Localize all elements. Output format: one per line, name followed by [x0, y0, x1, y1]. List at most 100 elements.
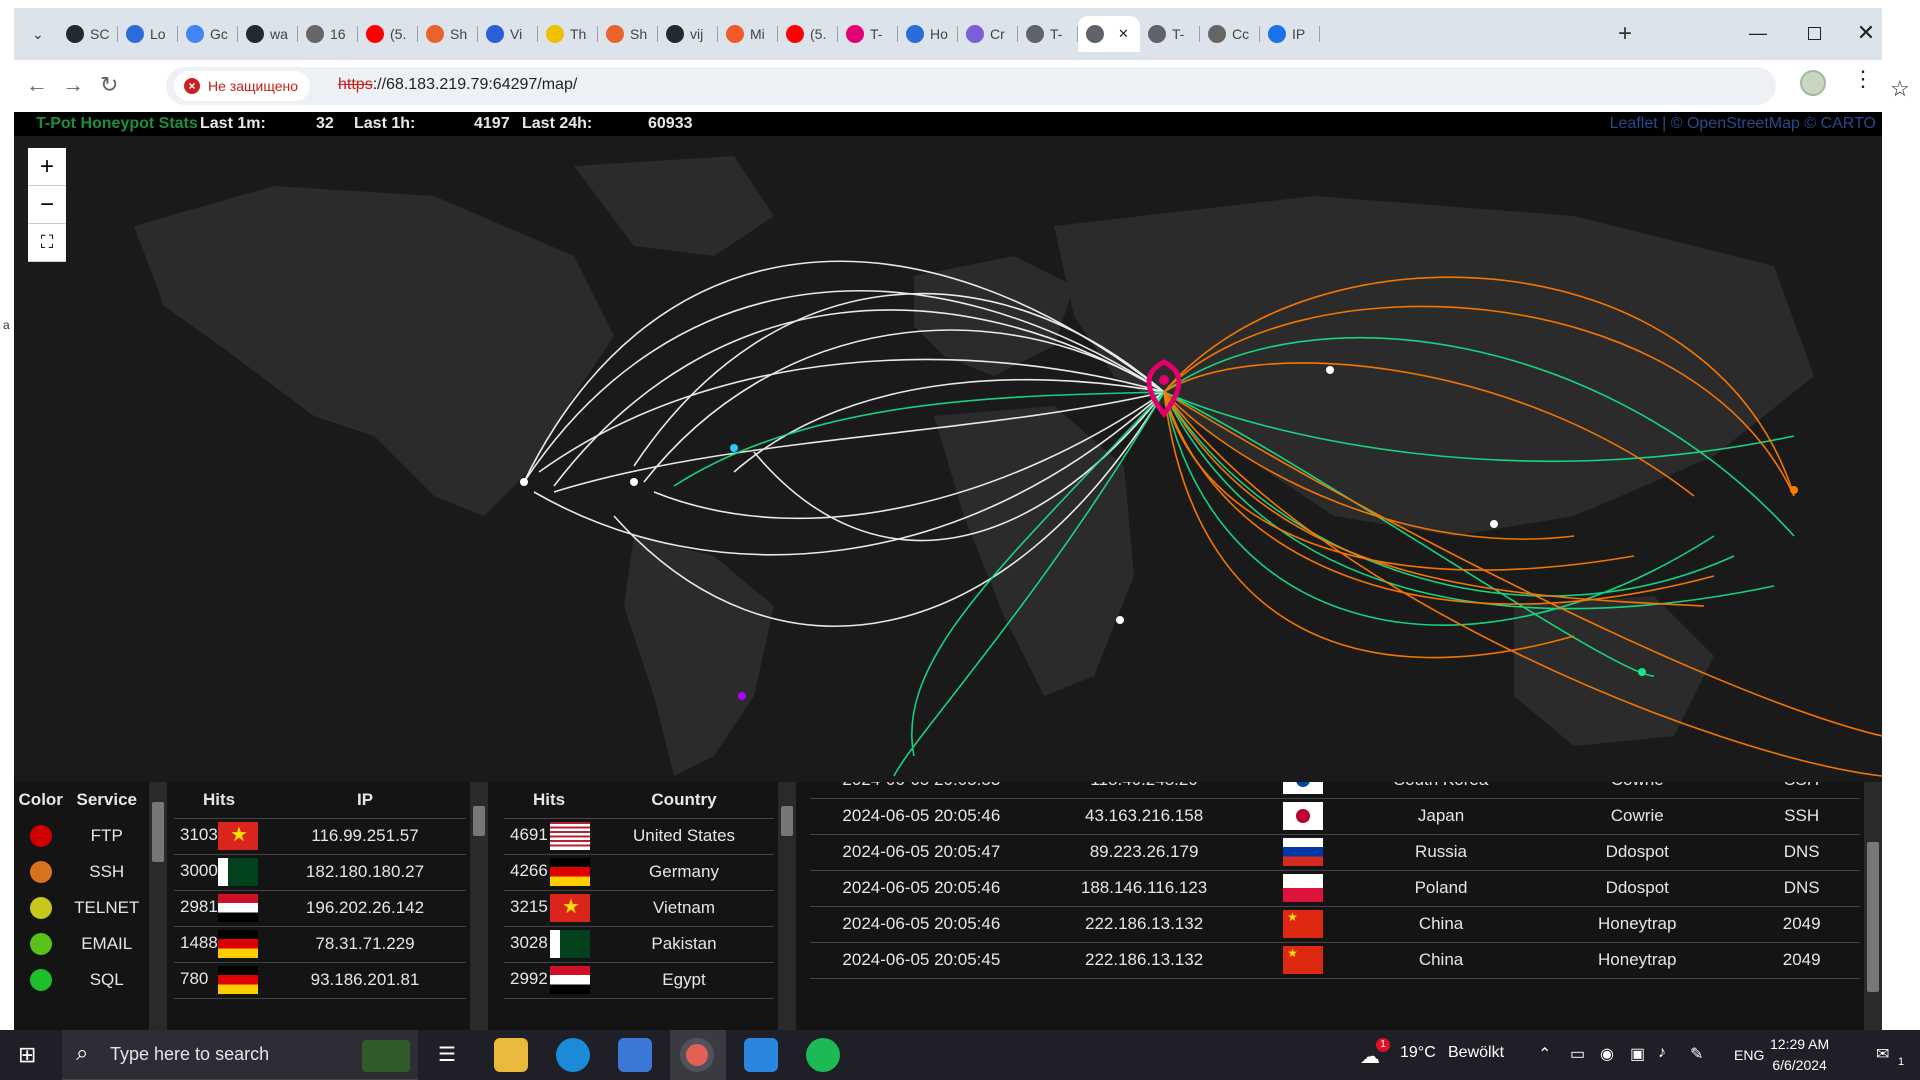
attack-map[interactable]: + − ⛶: [14, 136, 1882, 782]
browser-tab[interactable]: T-: [1018, 16, 1078, 52]
address-bar[interactable]: × Не защищено https://68.183.219.79:6429…: [166, 67, 1910, 105]
close-window-button[interactable]: ✕: [1846, 18, 1886, 48]
battery-icon[interactable]: ▭: [1570, 1044, 1585, 1064]
microsoft-store-icon[interactable]: [618, 1038, 652, 1072]
bookmark-star-icon[interactable]: ☆: [1890, 76, 1910, 102]
browser-tab[interactable]: vij: [658, 16, 718, 52]
weather-temperature[interactable]: 19°C: [1400, 1044, 1436, 1062]
maximize-button[interactable]: [1794, 18, 1834, 48]
browser-tab[interactable]: Mi: [718, 16, 778, 52]
browser-tab[interactable]: Cc: [1200, 16, 1260, 52]
url-text[interactable]: https://68.183.219.79:64297/map/: [338, 76, 577, 94]
feed-flag-cell: ★: [1255, 942, 1351, 979]
tray-chevron-up-icon[interactable]: ⌃: [1538, 1044, 1551, 1064]
feed-row: 2024-06-05 20:05:45 222.186.13.132 ★ China H…: [810, 942, 1860, 979]
ip-hits: 780: [180, 969, 209, 989]
browser-tab[interactable]: Th: [538, 16, 598, 52]
browser-tab[interactable]: Sh: [418, 16, 478, 52]
loop-icon: [906, 25, 924, 43]
table-row: 4691 United States: [504, 818, 774, 855]
openai-icon: [306, 25, 324, 43]
meet-icon[interactable]: ▣: [1630, 1044, 1645, 1064]
flag-cn-icon: ★: [1283, 946, 1324, 974]
forward-button[interactable]: →: [62, 72, 84, 98]
table-row: 780 93.186.201.81: [174, 962, 466, 999]
browser-menu-icon[interactable]: ⋮: [1852, 66, 1874, 92]
country-hits-header: Hits: [532, 789, 566, 809]
tab-label: (5.: [810, 26, 827, 42]
close-tab-icon[interactable]: ✕: [1118, 26, 1129, 42]
country-scrollbar[interactable]: [778, 782, 796, 1030]
feed-flag-cell: [1255, 834, 1351, 871]
globe-icon: [1086, 25, 1104, 43]
flag-de-icon: [218, 966, 258, 994]
url-rest: ://68.183.219.79:64297/map/: [372, 76, 578, 93]
browser-tab[interactable]: ✕: [1078, 16, 1140, 52]
browser-tab[interactable]: T-: [1140, 16, 1200, 52]
weather-condition[interactable]: Bewölkt: [1448, 1044, 1504, 1062]
browser-tab[interactable]: Ho: [898, 16, 958, 52]
ip-scrollbar[interactable]: [470, 782, 488, 1030]
security-indicator[interactable]: × Не защищено: [174, 71, 310, 101]
system-clock[interactable]: 12:29 AM 6/6/2024: [1770, 1034, 1829, 1076]
browser-tab[interactable]: SC: [58, 16, 118, 52]
service-color-swatch: [29, 825, 52, 847]
browser-tab[interactable]: wa: [238, 16, 298, 52]
openai-icon: [1208, 25, 1226, 43]
fullscreen-icon: ⛶: [40, 232, 54, 252]
youtube-icon: [786, 25, 804, 43]
feed-honeypot: Cowrie: [1531, 798, 1744, 835]
back-button[interactable]: ←: [26, 72, 48, 98]
zoom-out-button[interactable]: −: [28, 186, 66, 224]
feed-scrollbar[interactable]: [1864, 782, 1882, 1030]
browser-tab[interactable]: Sh: [598, 16, 658, 52]
active-app-highlight: [670, 1030, 726, 1080]
country-hits-cell: 3215 ★: [504, 890, 594, 927]
flag-jp-icon: [1283, 802, 1324, 830]
spotify-icon[interactable]: [806, 1038, 840, 1072]
reload-button[interactable]: ↻: [100, 72, 118, 98]
language-indicator[interactable]: ENG: [1734, 1047, 1764, 1063]
new-tab-button[interactable]: +: [1618, 20, 1632, 48]
service-name: SSH: [89, 862, 125, 881]
fullscreen-button[interactable]: ⛶: [28, 224, 66, 262]
edge-browser-icon[interactable]: [556, 1038, 590, 1072]
map-attribution[interactable]: Leaflet | © OpenStreetMap © CARTO: [1610, 115, 1876, 133]
file-explorer-icon[interactable]: [494, 1038, 528, 1072]
browser-tab[interactable]: Lo: [118, 16, 178, 52]
browser-tab[interactable]: (5.: [778, 16, 838, 52]
service-row: SSH: [14, 854, 146, 890]
service-row: SQL: [14, 962, 146, 998]
ip-hits-cell: 780: [174, 962, 264, 999]
stats-title: T-Pot Honeypot Stats: [36, 115, 198, 132]
browser-tab[interactable]: Gc: [178, 16, 238, 52]
flag-pk-icon: [218, 858, 258, 886]
task-view-icon[interactable]: ☰: [438, 1042, 456, 1067]
feed-row: 2024-06-05 20:05:46 43.163.216.158 Japan Co…: [810, 798, 1860, 835]
zoom-in-button[interactable]: +: [28, 148, 66, 186]
browser-tab[interactable]: (5.: [358, 16, 418, 52]
volume-icon[interactable]: ♪: [1658, 1044, 1666, 1062]
notification-icon[interactable]: ✉: [1876, 1044, 1889, 1064]
service-name: FTP: [90, 826, 123, 845]
flag-kr-icon: [1283, 782, 1324, 794]
browser-tab[interactable]: IP: [1260, 16, 1320, 52]
country-hits: 2992: [510, 969, 548, 989]
feed-country: China: [1350, 942, 1532, 979]
pen-icon[interactable]: ✎: [1690, 1044, 1703, 1064]
network-icon[interactable]: ◉: [1600, 1044, 1614, 1064]
service-color-cell: [14, 926, 67, 962]
taskbar-search-box[interactable]: ⌕ Type here to search: [62, 1030, 418, 1080]
browser-tab[interactable]: Cr: [958, 16, 1018, 52]
tab-search-button[interactable]: ⌄: [24, 16, 54, 52]
minimize-button[interactable]: —: [1738, 18, 1778, 48]
service-scrollbar[interactable]: [149, 782, 167, 1030]
country-name: Pakistan: [594, 926, 774, 963]
mail-icon[interactable]: [744, 1038, 778, 1072]
windows-start-icon[interactable]: ⊞: [18, 1042, 36, 1068]
reload-icon: ↻: [100, 72, 119, 97]
browser-tab[interactable]: 16: [298, 16, 358, 52]
profile-avatar[interactable]: [1800, 70, 1826, 96]
browser-tab[interactable]: T-: [838, 16, 898, 52]
browser-tab[interactable]: Vi: [478, 16, 538, 52]
